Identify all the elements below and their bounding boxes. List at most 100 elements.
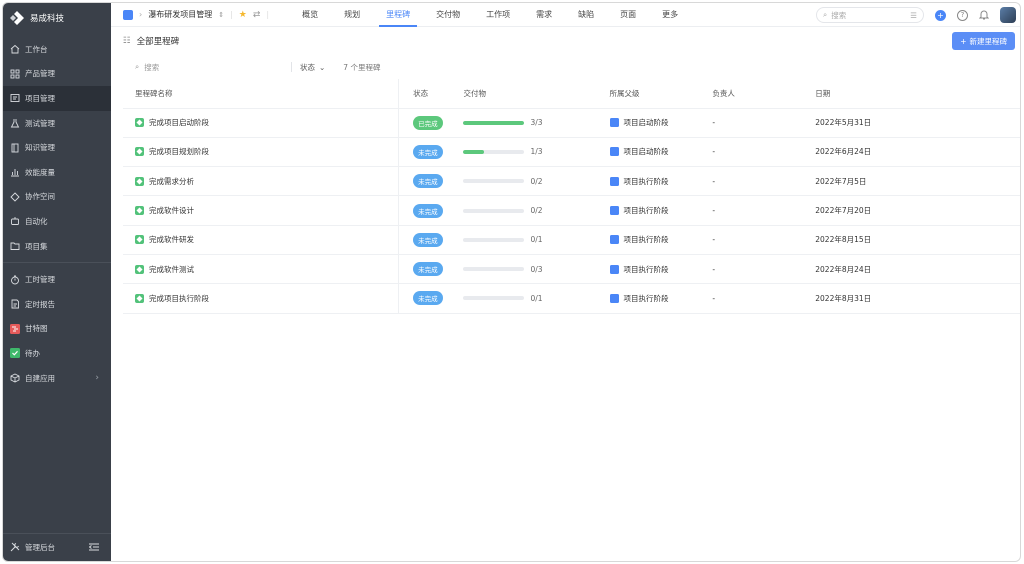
- project-name[interactable]: 瀑布研发项目管理: [148, 9, 212, 20]
- sidebar-item[interactable]: 甘特图: [3, 317, 111, 342]
- project-tab[interactable]: 工作项: [473, 3, 523, 27]
- sidebar-item[interactable]: 效能度量: [3, 160, 111, 185]
- date-cell[interactable]: 2022年8月15日: [815, 225, 1020, 255]
- page-title: 全部里程碑: [136, 37, 180, 47]
- milestone-name[interactable]: 完成项目执行阶段: [149, 293, 209, 304]
- project-tab[interactable]: 概览: [289, 3, 331, 27]
- milestone-name[interactable]: 完成软件设计: [149, 205, 194, 216]
- parent-name[interactable]: 项目执行阶段: [624, 205, 669, 216]
- milestone-name[interactable]: 完成项目启动阶段: [149, 117, 209, 128]
- admin-console-link[interactable]: 管理后台: [3, 533, 111, 561]
- project-tab[interactable]: 缺陷: [565, 3, 607, 27]
- global-search-input[interactable]: ⌕ 搜索 ☰: [816, 7, 924, 23]
- status-badge[interactable]: 已完成: [413, 115, 443, 130]
- phase-icon: [609, 147, 619, 157]
- milestone-name[interactable]: 完成软件研发: [149, 234, 194, 245]
- date-cell[interactable]: 2022年7月20日: [815, 195, 1020, 226]
- status-badge[interactable]: 未完成: [413, 144, 443, 159]
- column-header-date[interactable]: 日期: [815, 79, 1020, 109]
- status-badge[interactable]: 未完成: [413, 291, 443, 306]
- parent-name[interactable]: 项目启动阶段: [624, 146, 669, 157]
- owner-cell[interactable]: -: [712, 225, 816, 255]
- sidebar-item[interactable]: 定时报告: [3, 292, 111, 317]
- table-row[interactable]: 完成软件研发 未完成 0/1 项目执行阶段 -2022年8月15日: [123, 225, 1020, 255]
- table-row[interactable]: 完成软件测试 未完成 0/3 项目执行阶段 -2022年8月24日: [123, 254, 1020, 285]
- table-row[interactable]: 完成需求分析 未完成 0/2 项目执行阶段 -2022年7月5日: [123, 166, 1020, 197]
- project-tab[interactable]: 交付物: [423, 3, 473, 27]
- progress-fill: [463, 120, 525, 125]
- divider: |: [266, 10, 270, 19]
- help-icon[interactable]: ?: [957, 9, 968, 21]
- collapse-sidebar-icon[interactable]: [88, 543, 99, 553]
- column-header-status[interactable]: 状态: [398, 79, 464, 109]
- owner-cell[interactable]: -: [712, 195, 816, 226]
- project-tab[interactable]: 里程碑: [373, 3, 423, 27]
- new-milestone-button[interactable]: + 新建里程碑: [952, 32, 1015, 50]
- user-avatar[interactable]: [1000, 7, 1016, 23]
- status-badge[interactable]: 未完成: [413, 262, 443, 277]
- sidebar-item[interactable]: 工时管理: [3, 267, 111, 292]
- status-badge[interactable]: 未完成: [413, 203, 443, 218]
- sidebar-item[interactable]: 自动化: [3, 209, 111, 234]
- table-row[interactable]: 完成项目启动阶段 已完成 3/3 项目启动阶段 -2022年5月31日: [123, 108, 1020, 138]
- date-cell[interactable]: 2022年5月31日: [815, 108, 1020, 138]
- swap-icon[interactable]: ⇄: [253, 10, 261, 20]
- owner-cell[interactable]: -: [712, 166, 816, 197]
- table-row[interactable]: 完成软件设计 未完成 0/2 项目执行阶段 -2022年7月20日: [123, 195, 1020, 226]
- parent-name[interactable]: 项目执行阶段: [624, 234, 669, 245]
- sidebar-item[interactable]: 协作空间: [3, 185, 111, 210]
- column-header-parent[interactable]: 所属父级: [609, 79, 713, 109]
- table-row[interactable]: 完成项目执行阶段 未完成 0/1 项目执行阶段 -2022年8月31日: [123, 283, 1020, 314]
- star-icon[interactable]: ★: [239, 10, 247, 20]
- sidebar-item[interactable]: 待办: [3, 341, 111, 366]
- table-row[interactable]: 完成项目规划阶段 未完成 1/3 项目启动阶段 -2022年6月24日: [123, 137, 1020, 168]
- sidebar-item[interactable]: 自建应用 ›: [3, 366, 111, 391]
- progress-fill: [463, 149, 484, 154]
- bell-icon[interactable]: [978, 9, 990, 22]
- filter-icon[interactable]: ☰: [910, 11, 917, 20]
- date-cell[interactable]: 2022年6月24日: [815, 137, 1020, 168]
- milestone-icon: [135, 147, 144, 157]
- status-badge[interactable]: 未完成: [413, 232, 443, 247]
- milestone-name[interactable]: 完成软件测试: [149, 264, 194, 275]
- deliverables-cell: 0/1: [463, 225, 610, 255]
- milestone-name[interactable]: 完成需求分析: [149, 176, 194, 187]
- add-icon[interactable]: +: [935, 9, 946, 21]
- milestone-search-input[interactable]: ⌕ 搜索: [135, 62, 283, 73]
- owner-cell[interactable]: -: [712, 108, 816, 138]
- project-tab[interactable]: 更多: [649, 3, 691, 27]
- phase-icon: [609, 176, 619, 186]
- switch-project-icon[interactable]: ⇕: [218, 11, 224, 19]
- project-tab[interactable]: 规划: [331, 3, 373, 27]
- status-filter-dropdown[interactable]: 状态 ⌄: [300, 62, 325, 73]
- project-tab[interactable]: 需求: [523, 3, 565, 27]
- gantt-icon: [10, 323, 20, 334]
- sidebar-item[interactable]: 项目管理: [3, 86, 111, 111]
- column-header-name[interactable]: 里程碑名称: [123, 79, 400, 109]
- sidebar-item[interactable]: 工作台: [3, 37, 111, 62]
- parent-cell: 项目启动阶段: [609, 137, 713, 168]
- date-cell[interactable]: 2022年8月31日: [815, 283, 1020, 314]
- sidebar-item[interactable]: 项目集: [3, 234, 111, 259]
- parent-name[interactable]: 项目执行阶段: [624, 293, 669, 304]
- parent-name[interactable]: 项目启动阶段: [624, 117, 669, 128]
- date-cell[interactable]: 2022年8月24日: [815, 254, 1020, 285]
- status-badge[interactable]: 未完成: [413, 174, 443, 189]
- column-header-deliverables[interactable]: 交付物: [463, 79, 610, 109]
- sidebar-item[interactable]: 产品管理: [3, 62, 111, 87]
- sidebar-item[interactable]: 测试管理: [3, 111, 111, 136]
- date-cell[interactable]: 2022年7月5日: [815, 166, 1020, 197]
- home-icon: [10, 44, 20, 54]
- project-tab[interactable]: 页面: [607, 3, 649, 27]
- parent-name[interactable]: 项目执行阶段: [624, 176, 669, 187]
- column-header-owner[interactable]: 负责人: [712, 79, 816, 109]
- owner-cell[interactable]: -: [712, 283, 816, 314]
- deliverables-progress-bar: [463, 296, 525, 301]
- milestone-name[interactable]: 完成项目规划阶段: [149, 146, 209, 157]
- owner-cell[interactable]: -: [712, 254, 816, 285]
- owner-cell[interactable]: -: [712, 137, 816, 168]
- sidebar-item-label: 产品管理: [25, 69, 55, 79]
- sidebar-item[interactable]: 知识管理: [3, 135, 111, 160]
- parent-name[interactable]: 项目执行阶段: [624, 264, 669, 275]
- brand[interactable]: 易成科技: [3, 3, 111, 33]
